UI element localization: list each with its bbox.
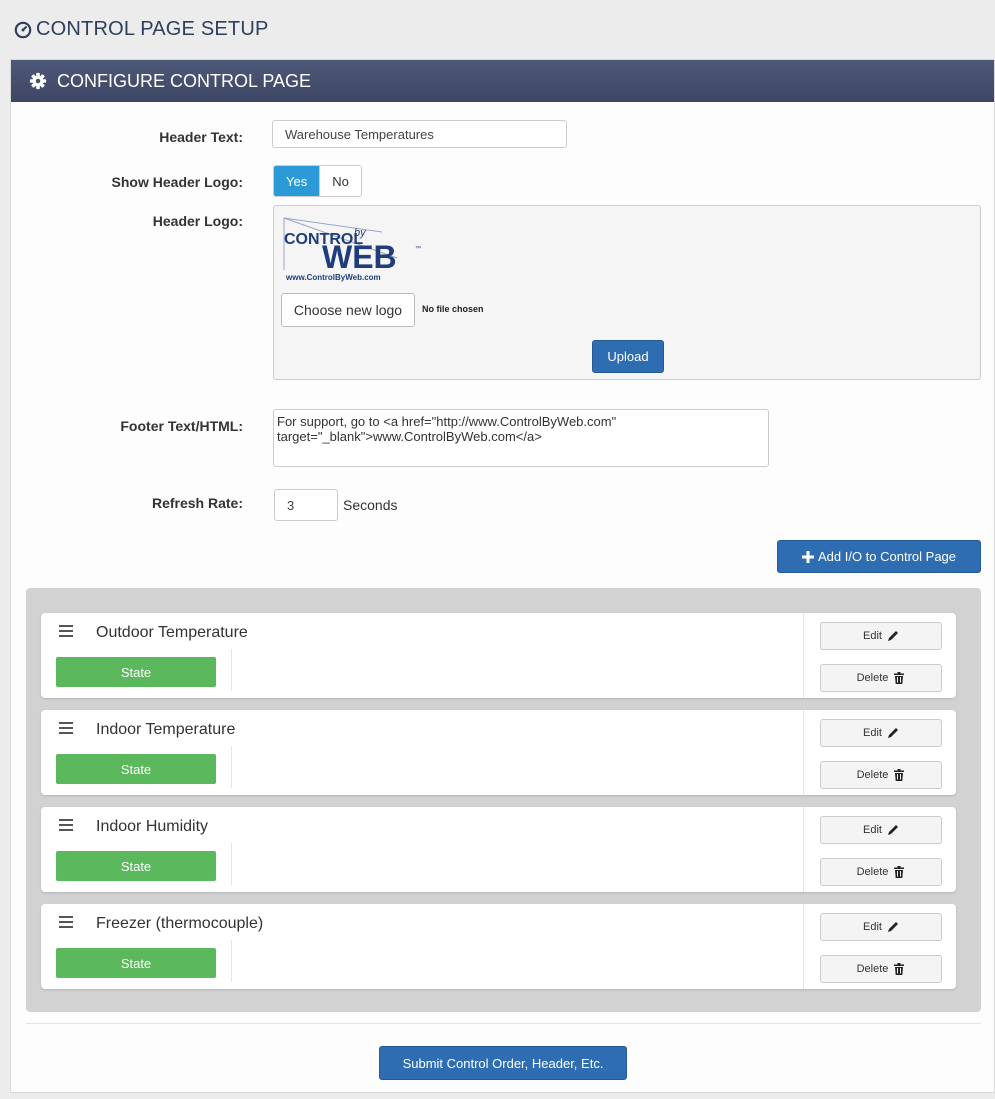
divider xyxy=(231,746,232,788)
refresh-rate-unit: Seconds xyxy=(343,497,398,513)
edit-label: Edit xyxy=(863,824,882,836)
io-item-name: Indoor Humidity xyxy=(96,818,209,835)
configure-panel: CONFIGURE CONTROL PAGE Header Text: Ware… xyxy=(10,59,995,1093)
show-logo-label: Show Header Logo: xyxy=(111,174,243,190)
show-logo-no-button[interactable]: No xyxy=(319,166,361,196)
io-item-freezer-thermocouple[interactable]: Freezer (thermocouple) State Edit Delete xyxy=(41,904,956,989)
io-item-name: Indoor Temperature xyxy=(96,721,236,738)
footer-label: Footer Text/HTML: xyxy=(120,418,243,434)
state-button[interactable]: State xyxy=(56,948,216,978)
logo-web-text: WEB xyxy=(322,239,397,275)
page-title-text: CONTROL PAGE SETUP xyxy=(36,18,269,40)
divider xyxy=(803,904,804,989)
delete-label: Delete xyxy=(856,963,889,975)
header-text-label: Header Text: xyxy=(159,129,243,145)
io-item-outdoor-temperature[interactable]: Outdoor Temperature State Edit Delete xyxy=(41,613,956,698)
delete-label: Delete xyxy=(856,866,889,878)
upload-button[interactable]: Upload xyxy=(592,340,664,373)
pencil-icon xyxy=(887,728,898,738)
divider xyxy=(803,613,804,698)
trash-icon xyxy=(894,963,905,975)
add-io-button[interactable]: Add I/O to Control Page xyxy=(777,540,981,573)
divider xyxy=(26,1023,981,1024)
trash-icon xyxy=(894,672,905,684)
panel-header: CONFIGURE CONTROL PAGE xyxy=(11,60,994,102)
delete-button[interactable]: Delete xyxy=(820,664,942,692)
divider xyxy=(803,710,804,795)
pencil-icon xyxy=(887,825,898,835)
drag-handle-icon[interactable] xyxy=(59,722,73,734)
footer-textarea[interactable]: For support, go to <a href="http://www.C… xyxy=(273,409,769,467)
submit-button[interactable]: Submit Control Order, Header, Etc. xyxy=(379,1046,627,1080)
divider xyxy=(231,940,232,982)
dashboard-icon xyxy=(14,21,32,38)
plus-icon xyxy=(801,550,814,563)
trash-icon xyxy=(894,866,905,878)
io-item-indoor-temperature[interactable]: Indoor Temperature State Edit Delete xyxy=(41,710,956,795)
show-logo-yes-button[interactable]: Yes xyxy=(274,166,320,196)
page-title: CONTROL PAGE SETUP xyxy=(14,18,269,41)
add-io-label: Add I/O to Control Page xyxy=(817,549,957,564)
logo-url-text: www.ControlByWeb.com xyxy=(285,273,381,282)
choose-logo-button[interactable]: Choose new logo xyxy=(281,293,415,327)
logo-by-text: by xyxy=(354,227,367,239)
delete-button[interactable]: Delete xyxy=(820,761,942,789)
panel-title: CONFIGURE CONTROL PAGE xyxy=(57,70,312,91)
edit-label: Edit xyxy=(863,727,882,739)
edit-label: Edit xyxy=(863,630,882,642)
refresh-rate-input[interactable]: 3 xyxy=(274,489,338,521)
delete-label: Delete xyxy=(856,672,889,684)
gear-icon xyxy=(29,72,47,90)
edit-label: Edit xyxy=(863,921,882,933)
edit-button[interactable]: Edit xyxy=(820,719,942,747)
io-item-name: Freezer (thermocouple) xyxy=(96,915,264,932)
io-list: Outdoor Temperature State Edit Delete In… xyxy=(26,588,981,1012)
refresh-rate-label: Refresh Rate: xyxy=(151,495,243,511)
drag-handle-icon[interactable] xyxy=(59,916,73,928)
drag-handle-icon[interactable] xyxy=(59,625,73,637)
divider xyxy=(803,807,804,892)
logo-upload-box: CONTROL by WEB ™ www.ControlByWeb.com Ch… xyxy=(273,205,981,380)
header-text-input[interactable]: Warehouse Temperatures xyxy=(272,120,567,148)
delete-button[interactable]: Delete xyxy=(820,955,942,983)
pencil-icon xyxy=(887,631,898,641)
drag-handle-icon[interactable] xyxy=(59,819,73,831)
show-logo-toggle: Yes No xyxy=(273,165,362,197)
trash-icon xyxy=(894,769,905,781)
divider xyxy=(231,649,232,691)
logo-tm-text: ™ xyxy=(415,245,421,252)
state-button[interactable]: State xyxy=(56,851,216,881)
pencil-icon xyxy=(887,922,898,932)
io-item-name: Outdoor Temperature xyxy=(96,624,248,641)
io-item-indoor-humidity[interactable]: Indoor Humidity State Edit Delete xyxy=(41,807,956,892)
state-button[interactable]: State xyxy=(56,657,216,687)
edit-button[interactable]: Edit xyxy=(820,913,942,941)
controlbyweb-logo: CONTROL by WEB ™ www.ControlByWeb.com xyxy=(283,217,421,282)
delete-button[interactable]: Delete xyxy=(820,858,942,886)
delete-label: Delete xyxy=(856,769,889,781)
file-status-text: No file chosen xyxy=(422,304,484,314)
edit-button[interactable]: Edit xyxy=(820,816,942,844)
edit-button[interactable]: Edit xyxy=(820,622,942,650)
divider xyxy=(231,843,232,885)
state-button[interactable]: State xyxy=(56,754,216,784)
header-logo-label: Header Logo: xyxy=(152,213,243,229)
